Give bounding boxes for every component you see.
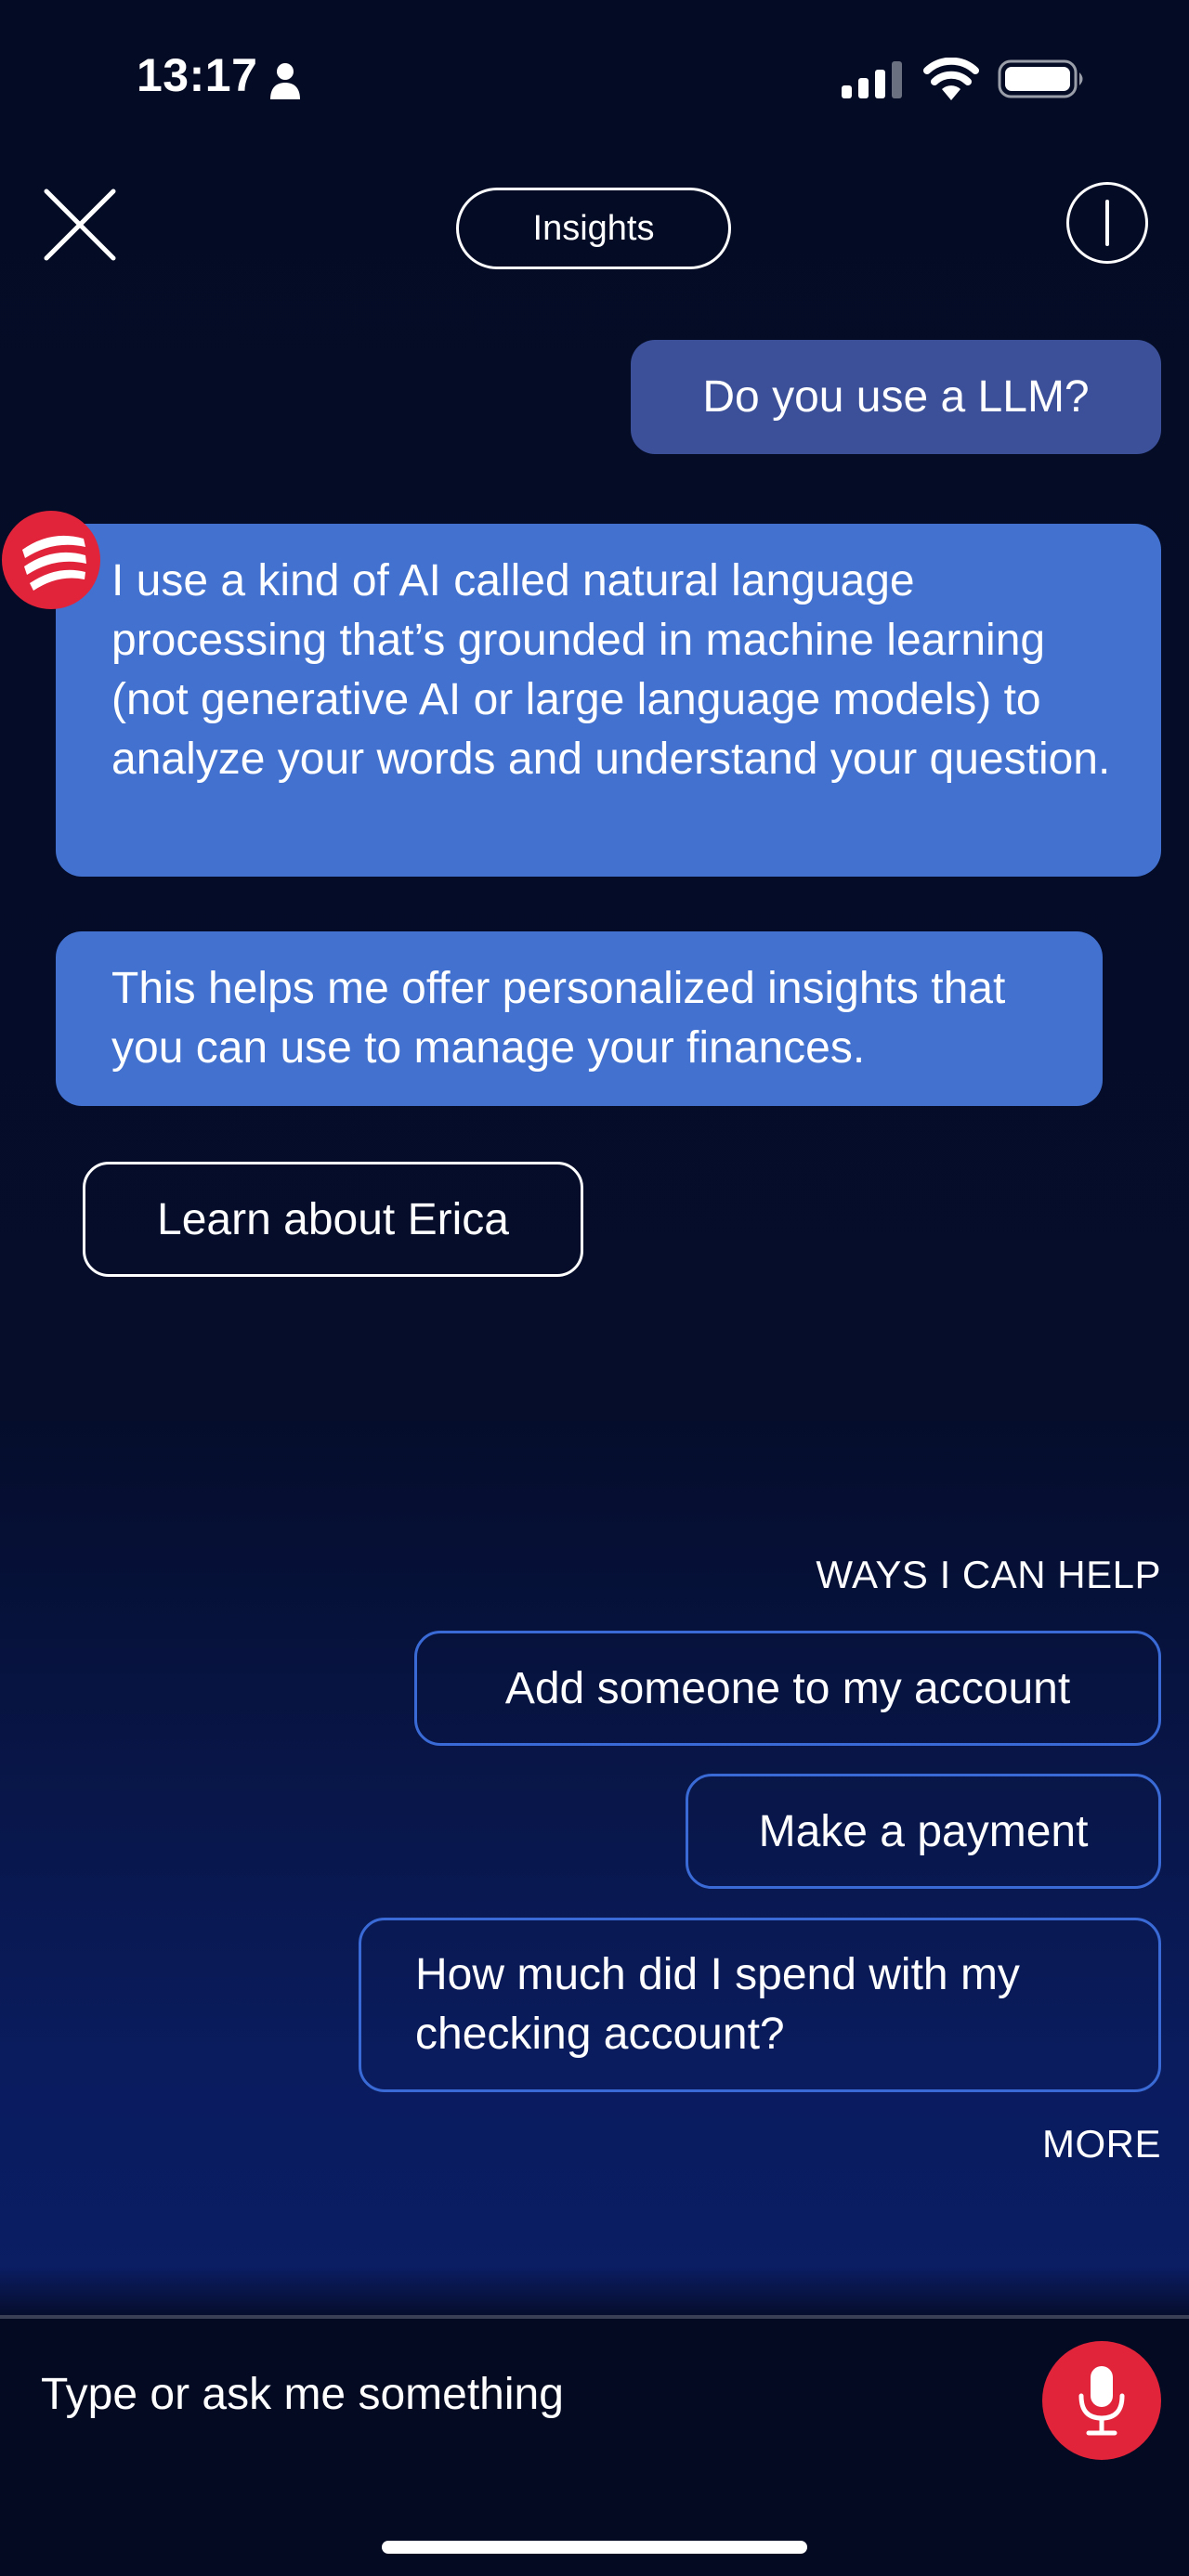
- insights-button[interactable]: Insights: [456, 188, 731, 269]
- chat-input[interactable]: [41, 2348, 1016, 2440]
- battery-icon: [998, 59, 1083, 98]
- assistant-message-text: This helps me offer personalized insight…: [111, 964, 1006, 1073]
- suggestion-checking-spend-button[interactable]: How much did I spend with my checking ac…: [359, 1918, 1161, 2092]
- wifi-icon: [923, 58, 979, 100]
- microphone-button[interactable]: [1042, 2341, 1161, 2460]
- microphone-icon: [1078, 2366, 1125, 2436]
- person-icon: [270, 63, 300, 99]
- close-button[interactable]: [39, 184, 121, 266]
- assistant-message-bubble: This helps me offer personalized insight…: [56, 931, 1103, 1106]
- ways-i-can-help-heading: WAYS I CAN HELP: [816, 1553, 1161, 1596]
- status-time: 13:17: [137, 49, 258, 101]
- home-indicator: [382, 2541, 807, 2554]
- assistant-message-bubble: I use a kind of AI called natural langua…: [56, 524, 1161, 877]
- learn-about-erica-button[interactable]: Learn about Erica: [83, 1162, 583, 1277]
- user-message-bubble: Do you use a LLM?: [631, 340, 1161, 454]
- suggestion-make-payment-button[interactable]: Make a payment: [686, 1774, 1161, 1889]
- info-button[interactable]: [1066, 182, 1148, 264]
- suggestion-add-someone-button[interactable]: Add someone to my account: [414, 1631, 1161, 1746]
- user-message-text: Do you use a LLM?: [702, 371, 1090, 422]
- assistant-message-text: I use a kind of AI called natural langua…: [111, 556, 1111, 784]
- erica-logo-icon: [2, 511, 100, 609]
- info-icon: [1105, 200, 1109, 246]
- cellular-signal-icon: [842, 61, 902, 98]
- more-link[interactable]: MORE: [929, 2122, 1161, 2166]
- close-icon: [44, 189, 116, 261]
